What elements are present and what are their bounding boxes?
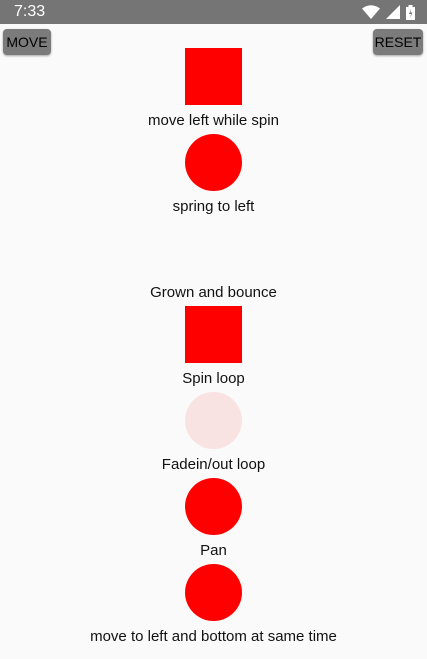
battery-icon bbox=[406, 4, 415, 20]
pan-circle[interactable] bbox=[185, 478, 242, 535]
move-button[interactable]: MOVE bbox=[3, 29, 51, 55]
fade-loop-circle bbox=[185, 392, 242, 449]
animation-label-fade-loop: Fadein/out loop bbox=[161, 456, 266, 473]
move-diagonal-circle bbox=[185, 564, 242, 621]
reset-button[interactable]: RESET bbox=[373, 29, 423, 55]
wifi-icon bbox=[362, 5, 380, 19]
animation-label-move-left-spin: move left while spin bbox=[148, 112, 279, 129]
spin-square bbox=[185, 48, 242, 105]
animation-label-move-left-bottom: move to left and bottom at same time bbox=[90, 628, 337, 645]
animation-label-spin-loop: Spin loop bbox=[182, 370, 245, 387]
animation-label-pan: Pan bbox=[200, 542, 227, 559]
spin-loop-square bbox=[185, 306, 242, 363]
spring-circle bbox=[185, 134, 242, 191]
status-icons bbox=[362, 4, 415, 20]
status-bar: 7:33 bbox=[0, 0, 427, 24]
animation-label-grow-bounce: Grown and bounce bbox=[150, 284, 277, 301]
animation-label-spring: spring to left bbox=[172, 198, 255, 215]
status-time: 7:33 bbox=[14, 3, 46, 20]
cell-signal-icon bbox=[386, 5, 400, 19]
